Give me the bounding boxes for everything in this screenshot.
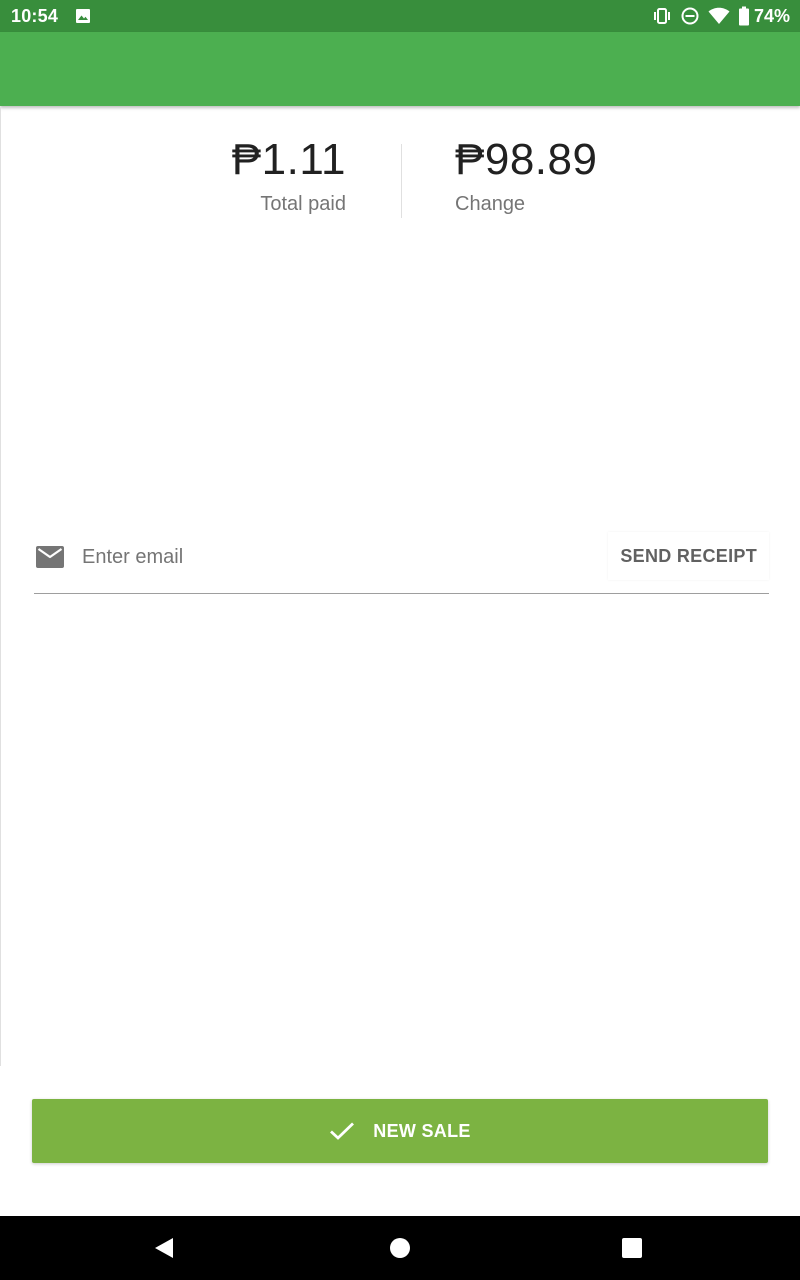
wifi-icon (708, 6, 730, 26)
status-time: 10:54 (11, 6, 59, 26)
home-icon[interactable] (388, 1236, 412, 1260)
email-input[interactable] (82, 540, 602, 574)
send-receipt-button[interactable]: SEND RECEIPT (608, 532, 769, 580)
total-paid-amount: ₱1.11 (231, 135, 346, 184)
total-paid-block: ₱1.11 Total paid (232, 134, 346, 216)
vibrate-icon (652, 6, 672, 26)
battery-percent: 74% (753, 5, 790, 26)
new-sale-label: NEW SALE (373, 1120, 471, 1141)
check-icon (329, 1121, 355, 1141)
mail-icon (36, 546, 64, 568)
recents-icon[interactable] (620, 1236, 644, 1260)
email-receipt-row: SEND RECEIPT (34, 532, 769, 594)
status-icons: 74% (652, 5, 790, 27)
total-paid-label: Total paid (260, 193, 346, 215)
screen: 10:54 74% ₱1.11 Total paid ₱98.89 Change… (0, 0, 800, 1280)
battery-icon (738, 6, 750, 26)
payment-complete-panel: ₱1.11 Total paid ₱98.89 Change SEND RECE… (0, 106, 800, 1066)
amount-divider (401, 144, 402, 218)
image-icon (75, 8, 91, 24)
app-bar (0, 32, 800, 106)
change-amount: ₱98.89 (455, 135, 598, 184)
change-block: ₱98.89 Change (455, 134, 597, 216)
new-sale-button[interactable]: NEW SALE (32, 1099, 768, 1163)
status-bar: 10:54 74% (0, 0, 800, 32)
back-icon[interactable] (153, 1236, 177, 1260)
change-label: Change (455, 193, 526, 215)
navigation-bar (0, 1216, 800, 1280)
do-not-disturb-icon (680, 6, 700, 26)
